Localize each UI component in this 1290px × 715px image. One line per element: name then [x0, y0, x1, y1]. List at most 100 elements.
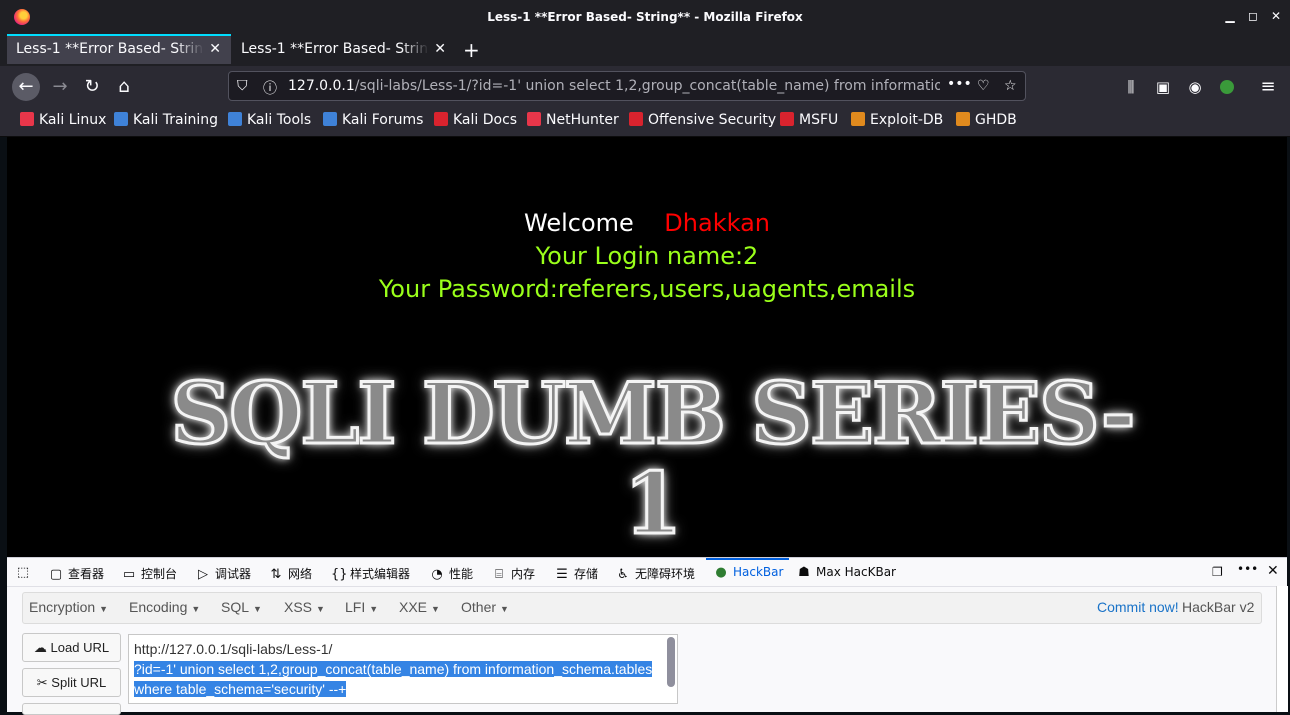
menu-hamburger-icon[interactable]: ≡	[1254, 73, 1282, 101]
tab-console[interactable]: ▭ 控制台	[122, 565, 177, 582]
menu-xxe[interactable]: XXE ▼	[399, 599, 440, 615]
tab-label: Less-1 **Error Based- String**	[241, 41, 429, 57]
bookmark-star-icon[interactable]: ☆	[1004, 78, 1017, 94]
devtools-tabs: ⬚ ▢ 查看器 ▭ 控制台 ▷ 调试器 ⇅ 网络 {} 样式编辑器 ◔ 性能 ⌸ 内存 ☰ 存储…	[7, 558, 1287, 587]
split-url-button[interactable]: ✂ Split URL	[22, 668, 121, 697]
url-text[interactable]: 127.0.0.1/sqli-labs/Less-1/?id=-1' union…	[288, 78, 940, 94]
new-tab-icon[interactable]: +	[463, 38, 480, 62]
url-bar[interactable]: ⛉ ⓘ 127.0.0.1/sqli-labs/Less-1/?id=-1' u…	[228, 71, 1026, 101]
bookmark-offensive-security[interactable]: Offensive Security	[629, 112, 776, 128]
offsec-icon	[780, 112, 794, 126]
url-host: 127.0.0.1	[288, 78, 355, 94]
load-url-button[interactable]: ☁ Load URL	[22, 633, 121, 662]
home-icon[interactable]: ⌂	[110, 73, 138, 101]
tab-hackbar[interactable]: ● HackBar	[714, 565, 783, 580]
bookmark-label: Exploit-DB	[870, 112, 944, 128]
style-editor-icon: {}	[331, 567, 348, 582]
side-panel-edge	[1276, 586, 1288, 712]
execute-button[interactable]	[22, 703, 121, 715]
bookmark-exploit-db[interactable]: Exploit-DB	[851, 112, 943, 128]
library-icon[interactable]: ⫼	[1117, 73, 1145, 101]
tab-network[interactable]: ⇅ 网络	[269, 565, 312, 582]
sidebar-icon[interactable]: ▣	[1149, 73, 1177, 101]
page-content: Welcome Dhakkan Your Login name:2 Your P…	[7, 137, 1287, 557]
bookmark-kali-tools[interactable]: Kali Tools	[228, 112, 311, 128]
bookmark-kali-forums[interactable]: Kali Forums	[323, 112, 423, 128]
menu-other[interactable]: Other ▼	[461, 599, 509, 615]
sqli-banner: SQLI DUMB SERIES-1	[169, 364, 1137, 553]
kali-icon	[20, 112, 34, 126]
bookmark-label: NetHunter	[546, 112, 619, 128]
bookmark-ghdb[interactable]: GHDB	[956, 112, 1017, 128]
tab-memory[interactable]: ⌸ 内存	[492, 565, 535, 582]
tab-inspector[interactable]: ▢ 查看器	[49, 565, 104, 582]
bookmark-label: Kali Forums	[342, 112, 424, 128]
kali-icon	[323, 112, 337, 126]
offsec-icon	[629, 112, 643, 126]
hackbar-menu: Encryption ▼ Encoding ▼ SQL ▼ XSS ▼ LFI ▼ XXE…	[22, 592, 1262, 624]
bookmark-label: Offensive Security	[648, 112, 777, 128]
max-hackbar-icon: ☗	[798, 565, 810, 580]
hackbar-version: HackBar v2	[1182, 599, 1255, 615]
bookmark-label: Kali Linux	[39, 112, 107, 128]
bookmark-nethunter[interactable]: NetHunter	[527, 112, 619, 128]
cloud-download-icon: ☁	[33, 640, 47, 655]
bookmark-label: Kali Tools	[247, 112, 312, 128]
pocket-icon[interactable]: ♡	[977, 78, 990, 94]
reload-icon[interactable]: ↻	[78, 73, 106, 101]
window-title: Less-1 **Error Based- String** - Mozilla…	[487, 10, 803, 24]
close-tab-icon[interactable]: ✕	[209, 36, 221, 63]
bookmark-kali-training[interactable]: Kali Training	[114, 112, 218, 128]
bookmarks-toolbar: Kali Linux Kali Training Kali Tools Kali…	[0, 106, 1290, 137]
spider-icon	[956, 112, 970, 126]
maximize-icon[interactable]: ◻	[1246, 9, 1260, 23]
close-devtools-icon[interactable]: ✕	[1267, 563, 1279, 579]
accessibility-icon: ♿	[617, 567, 629, 582]
performance-icon: ◔	[431, 567, 443, 582]
account-icon[interactable]: ◉	[1181, 73, 1209, 101]
kali-icon	[114, 112, 128, 126]
tab-performance[interactable]: ◔ 性能	[430, 565, 473, 582]
tab-2[interactable]: Less-1 **Error Based- String** ✕	[232, 34, 456, 64]
textarea-line-selected: where table_schema='security' --+	[134, 681, 347, 697]
welcome-text: Welcome	[524, 209, 634, 237]
tab-accessibility[interactable]: ♿ 无障碍环境	[616, 565, 695, 582]
bookmark-label: GHDB	[975, 112, 1017, 128]
dock-icon[interactable]: ❐	[1212, 565, 1223, 579]
menu-encoding[interactable]: Encoding ▼	[129, 599, 200, 615]
tab-1[interactable]: Less-1 **Error Based- String** ✕	[7, 34, 231, 64]
menu-sql[interactable]: SQL ▼	[221, 599, 262, 615]
tab-debugger[interactable]: ▷ 调试器	[196, 565, 251, 582]
back-arrow-icon[interactable]: ←	[12, 73, 40, 101]
commit-link[interactable]: Commit now!	[1097, 599, 1179, 615]
inspector-icon: ▢	[49, 567, 63, 582]
tab-style-editor[interactable]: {} 样式编辑器	[331, 565, 410, 582]
close-window-icon[interactable]: ✕	[1269, 9, 1283, 23]
bookmark-msfu[interactable]: MSFU	[780, 112, 838, 128]
menu-lfi[interactable]: LFI ▼	[345, 599, 378, 615]
hackbar-extension-icon[interactable]	[1213, 73, 1241, 101]
kali-icon	[527, 112, 541, 126]
menu-xss[interactable]: XSS ▼	[284, 599, 325, 615]
window-titlebar: Less-1 **Error Based- String** - Mozilla…	[0, 0, 1290, 34]
bookmark-label: Kali Training	[133, 112, 218, 128]
tab-storage[interactable]: ☰ 存储	[555, 565, 598, 582]
debugger-icon: ▷	[198, 567, 208, 582]
menu-encryption[interactable]: Encryption ▼	[29, 599, 108, 615]
devtools-panel: ⬚ ▢ 查看器 ▭ 控制台 ▷ 调试器 ⇅ 网络 {} 样式编辑器 ◔ 性能 ⌸ 内存 ☰ 存储…	[7, 557, 1288, 715]
hackbar-url-textarea[interactable]: http://127.0.0.1/sqli-labs/Less-1/ ?id=-…	[128, 634, 678, 704]
bookmark-kali-docs[interactable]: Kali Docs	[434, 112, 517, 128]
more-actions-icon[interactable]: •••	[947, 76, 972, 92]
forward-arrow-icon[interactable]: →	[46, 73, 74, 101]
element-picker-icon[interactable]: ⬚	[16, 565, 35, 580]
textarea-scrollbar[interactable]	[667, 637, 675, 687]
bookmark-kali-linux[interactable]: Kali Linux	[20, 112, 106, 128]
minimize-icon[interactable]: ▁	[1223, 9, 1237, 23]
close-tab-icon[interactable]: ✕	[434, 34, 446, 64]
kali-icon	[228, 112, 242, 126]
scissors-icon: ✂	[36, 675, 48, 690]
tab-max-hackbar[interactable]: ☗ Max HacKBar	[797, 565, 896, 580]
info-icon[interactable]: ⓘ	[263, 78, 277, 98]
shield-icon[interactable]: ⛉	[237, 78, 248, 94]
devtools-options-icon[interactable]: •••	[1237, 562, 1258, 576]
